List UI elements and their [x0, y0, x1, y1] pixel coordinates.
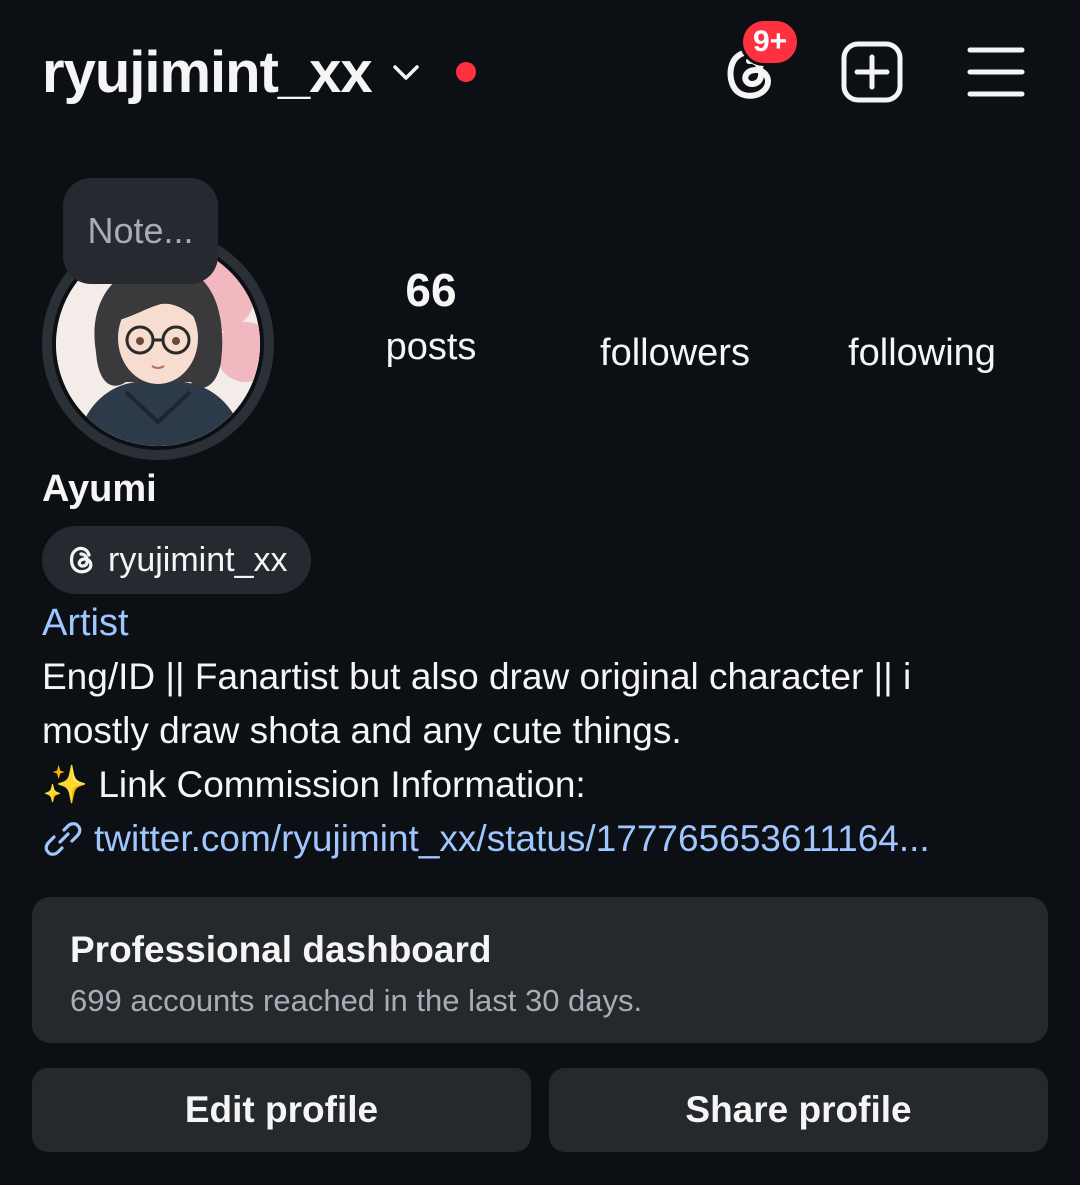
dashboard-title: Professional dashboard	[70, 929, 492, 970]
chevron-down-icon	[392, 65, 419, 80]
hamburger-menu-icon	[967, 47, 1025, 97]
stat-following[interactable]: following	[822, 324, 1022, 378]
account-switcher[interactable]: ryujimint_xx	[42, 38, 420, 108]
bio-link-text: twitter.com/ryujimint_xx/status/17776565…	[94, 818, 930, 859]
threads-profile-chip[interactable]: ryujimint_xx	[42, 526, 312, 594]
threads-icon	[69, 546, 93, 574]
username-title: ryujimint_xx	[42, 40, 373, 105]
stat-followers[interactable]: followers	[575, 324, 775, 378]
bio-line: mostly draw shota and any cute things.	[42, 710, 682, 751]
notification-dot	[456, 62, 476, 82]
threads-badge: 9+	[740, 18, 801, 66]
top-bar: ryujimint_xx 9+	[0, 0, 1080, 150]
posts-label: posts	[385, 326, 477, 368]
note-bubble[interactable]: Note...	[63, 178, 218, 284]
profile-category: Artist	[42, 602, 129, 644]
edit-profile-button[interactable]: Edit profile	[32, 1068, 531, 1152]
stat-posts[interactable]: 66 posts	[360, 262, 502, 372]
bio-line: ✨ Link Commission Information:	[42, 764, 586, 805]
create-post-button[interactable]	[840, 40, 904, 104]
threads-handle: ryujimint_xx	[108, 540, 288, 579]
followers-label: followers	[600, 332, 750, 374]
bio-link[interactable]: twitter.com/ryujimint_xx/status/17776565…	[42, 812, 930, 866]
share-profile-button[interactable]: Share profile	[549, 1068, 1048, 1152]
bio-line: Eng/ID || Fanartist but also draw origin…	[42, 656, 912, 697]
dashboard-subtitle: 699 accounts reached in the last 30 days…	[70, 983, 643, 1018]
posts-count: 66	[405, 264, 457, 316]
profile-page: ryujimint_xx 9+ Note... 66 posts followe…	[0, 0, 1080, 1185]
add-post-icon	[841, 41, 903, 103]
bio-text: Eng/ID || Fanartist but also draw origin…	[42, 650, 1052, 812]
link-icon	[44, 822, 82, 856]
following-label: following	[848, 332, 996, 374]
professional-dashboard[interactable]: Professional dashboard 699 accounts reac…	[32, 897, 1048, 1043]
display-name: Ayumi	[42, 468, 157, 510]
menu-button[interactable]	[966, 44, 1026, 100]
